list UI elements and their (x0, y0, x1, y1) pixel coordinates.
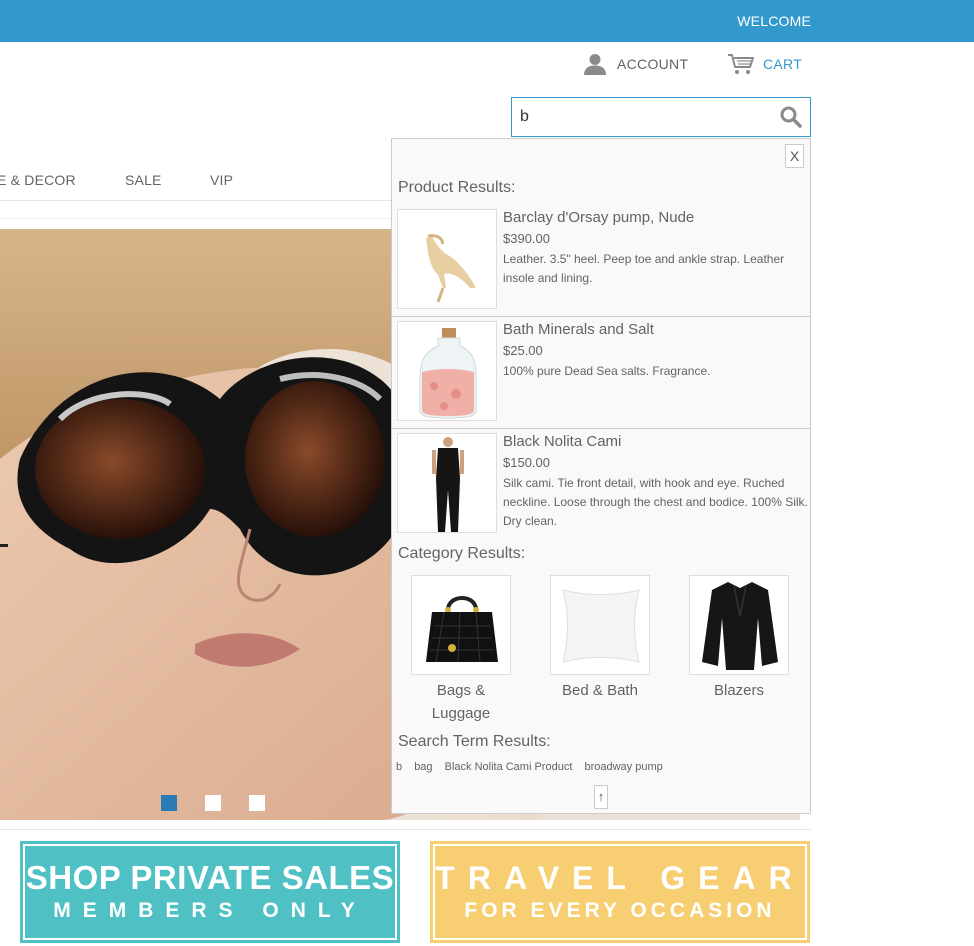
product-price: $390.00 (503, 231, 550, 246)
category-thumbnail (550, 575, 650, 675)
product-description: 100% pure Dead Sea salts. Fragrance. (503, 364, 711, 378)
product-price: $150.00 (503, 455, 550, 470)
banner-title: TRAVEL GEAR (435, 860, 805, 896)
product-thumbnail (397, 209, 497, 309)
product-price: $25.00 (503, 343, 543, 358)
search-term-link[interactable]: bag (414, 761, 432, 773)
category-label-line: Blazers (713, 682, 765, 699)
search-term-link[interactable]: Black Nolita Cami Product (445, 761, 573, 773)
search-term-link[interactable]: b (396, 761, 402, 773)
category-label: Bed & Bath (550, 679, 650, 702)
search-term-list: b bag Black Nolita Cami Product broadway… (396, 761, 672, 773)
slider-dots (161, 795, 265, 811)
search-icon[interactable] (780, 106, 802, 128)
nav-item-sale[interactable]: SALE (125, 172, 162, 188)
search-term-results-title: Search Term Results: (398, 733, 551, 750)
nav-divider (0, 200, 392, 201)
search-term-link[interactable]: broadway pump (584, 761, 662, 773)
cart-label: CART (763, 56, 803, 72)
nav-item-vip[interactable]: VIP (210, 172, 233, 188)
nav-item-home-decor[interactable]: E & DECOR (0, 172, 76, 188)
banner-title: SHOP PRIVATE SALES (25, 859, 395, 896)
banner-subtitle: MEMBERS ONLY (53, 899, 367, 922)
cart-icon (728, 54, 754, 74)
slider-dot[interactable] (249, 795, 265, 811)
account-label: ACCOUNT (617, 56, 689, 72)
category-label: Blazers (689, 679, 789, 702)
slider-dot[interactable] (161, 795, 177, 811)
product-result[interactable]: Bath Minerals and Salt $25.00 100% pure … (392, 316, 810, 426)
scroll-up-button[interactable]: ↑ (594, 785, 608, 809)
banner-subtitle: FOR EVERY OCCASION (464, 899, 776, 922)
cart-link[interactable]: CART (727, 52, 802, 76)
product-result[interactable]: Black Nolita Cami $150.00 Silk cami. Tie… (392, 428, 810, 538)
product-description: Leather. 3.5" heel. Peep toe and ankle s… (503, 252, 785, 285)
close-button[interactable]: X (785, 144, 804, 168)
travel-gear-banner[interactable]: TRAVEL GEAR FOR EVERY OCCASION (430, 841, 810, 943)
user-icon (584, 54, 606, 75)
account-link[interactable]: ACCOUNT (583, 52, 688, 76)
search-autocomplete: X Product Results: Barclay d'Orsay pump,… (391, 138, 811, 814)
product-name: Barclay d'Orsay pump, Nude (503, 209, 695, 226)
product-results-title: Product Results: (398, 179, 516, 196)
category-thumbnail (689, 575, 789, 675)
welcome-message: WELCOME (737, 13, 811, 29)
category-result-blazers[interactable]: Blazers (689, 575, 789, 702)
category-label: Bags & Luggage (411, 679, 511, 725)
category-thumbnail (411, 575, 511, 675)
product-name: Bath Minerals and Salt (503, 321, 654, 338)
slider-prev-arrow[interactable] (0, 544, 8, 547)
search-form (511, 97, 811, 137)
category-label-line: Luggage (431, 705, 491, 722)
category-results-title: Category Results: (398, 545, 526, 562)
product-thumbnail (397, 321, 497, 421)
slider-dot[interactable] (205, 795, 221, 811)
top-bar: WELCOME (0, 0, 974, 42)
category-result-bags[interactable]: Bags & Luggage (411, 575, 511, 725)
section-divider (0, 829, 811, 830)
nav-divider (0, 218, 392, 219)
product-result[interactable]: Barclay d'Orsay pump, Nude $390.00 Leath… (392, 205, 810, 315)
category-result-bed-bath[interactable]: Bed & Bath (550, 575, 650, 702)
private-sales-banner[interactable]: SHOP PRIVATE SALES MEMBERS ONLY (20, 841, 400, 943)
product-name: Black Nolita Cami (503, 433, 622, 450)
product-description: Silk cami. Tie front detail, with hook a… (503, 476, 808, 528)
category-label-line: Bags & (436, 682, 486, 699)
category-label-line: Bed & Bath (562, 682, 638, 699)
search-input[interactable] (512, 98, 762, 136)
product-thumbnail (397, 433, 497, 533)
